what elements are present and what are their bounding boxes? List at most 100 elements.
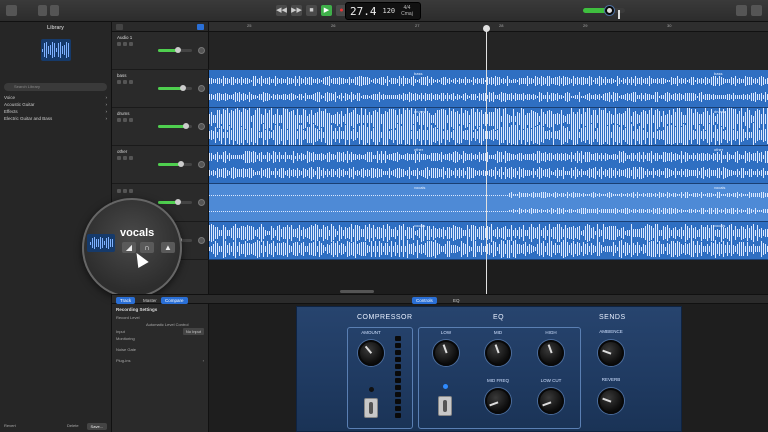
- record-enable-icon[interactable]: [129, 156, 133, 160]
- audio-region[interactable]: drumsdrums: [209, 108, 768, 146]
- track-buttons: [117, 156, 204, 160]
- loop-browser-icon[interactable]: [751, 5, 762, 16]
- pan-knob[interactable]: [198, 161, 205, 168]
- headphones-icon[interactable]: [123, 189, 127, 193]
- record-enable-icon[interactable]: [129, 42, 133, 46]
- chevron-right-icon: ›: [202, 358, 204, 363]
- lcd-display[interactable]: 27.4 120 4/4 Cmaj: [345, 2, 421, 20]
- track-volume-knob[interactable]: [174, 199, 181, 205]
- library-item[interactable]: Electric Guitar and Bass ›: [4, 115, 107, 122]
- mute-icon[interactable]: ◢: [122, 242, 136, 253]
- track-volume-slider[interactable]: [158, 47, 192, 53]
- track-volume-slider[interactable]: [158, 161, 192, 167]
- tab-track[interactable]: Track: [116, 297, 136, 304]
- low-cut-knob[interactable]: [538, 388, 564, 414]
- audio-region[interactable]: vocals vocals: [209, 184, 768, 222]
- track-header[interactable]: other: [112, 146, 209, 184]
- add-track-icon[interactable]: [116, 24, 123, 30]
- tab-controls[interactable]: Controls: [412, 297, 437, 304]
- headphones-icon[interactable]: [123, 42, 127, 46]
- pan-knob[interactable]: [198, 47, 205, 54]
- library-item[interactable]: Voice ›: [4, 94, 107, 101]
- tab-compare[interactable]: Compare: [161, 297, 188, 304]
- eq-toggle[interactable]: [438, 396, 452, 416]
- headphones-icon[interactable]: [123, 80, 127, 84]
- input-monitor-icon[interactable]: ▲: [161, 242, 175, 253]
- mid-knob[interactable]: [485, 340, 511, 366]
- mute-icon[interactable]: [117, 80, 121, 84]
- headphones-icon[interactable]: [123, 156, 127, 160]
- mute-icon[interactable]: [117, 118, 121, 122]
- headphones-icon[interactable]: [123, 118, 127, 122]
- mute-icon[interactable]: [117, 189, 121, 193]
- plugins-row[interactable]: Plug-ins ›: [116, 357, 204, 364]
- auto-level-row[interactable]: Automatic Level Control: [116, 321, 204, 328]
- audio-region[interactable]: bass bass: [209, 70, 768, 108]
- empty-track-lane[interactable]: [209, 32, 768, 70]
- reverb-knob[interactable]: [598, 388, 624, 414]
- track-volume-knob[interactable]: [180, 85, 187, 91]
- input-row[interactable]: Input No Input: [116, 328, 204, 335]
- amount-knob[interactable]: [358, 340, 384, 366]
- stop-icon[interactable]: ■: [306, 5, 317, 16]
- track-volume-slider[interactable]: [158, 123, 192, 129]
- notepad-icon[interactable]: [736, 5, 747, 16]
- save-button[interactable]: Save...: [86, 423, 107, 430]
- monitoring-row[interactable]: Monitoring: [116, 335, 204, 342]
- track-header[interactable]: bass: [112, 70, 209, 108]
- track-volume-slider[interactable]: [158, 199, 192, 205]
- compressor-toggle[interactable]: [364, 398, 378, 418]
- master-volume-slider[interactable]: [583, 6, 625, 19]
- track-volume-knob[interactable]: [183, 123, 190, 129]
- revert-button[interactable]: Revert: [4, 423, 16, 430]
- forward-icon[interactable]: ▶▶: [291, 5, 302, 16]
- waveform: [209, 76, 768, 86]
- play-icon[interactable]: ▶: [321, 5, 332, 16]
- rewind-icon[interactable]: ◀◀: [276, 5, 287, 16]
- ambience-knob[interactable]: [598, 340, 624, 366]
- pan-knob[interactable]: [198, 199, 205, 206]
- ambience-label: AMBIENCE: [599, 329, 623, 334]
- master-volume-knob[interactable]: [605, 6, 620, 19]
- playhead[interactable]: [483, 25, 490, 294]
- library-search-input[interactable]: Search Library: [4, 83, 107, 91]
- pan-knob[interactable]: [198, 85, 205, 92]
- ruler-mark: 30: [667, 23, 672, 28]
- track-volume-slider[interactable]: [158, 85, 192, 91]
- library-item[interactable]: Acoustic Guitar ›: [4, 101, 107, 108]
- horizontal-scrollbar[interactable]: [340, 290, 374, 293]
- record-enable-icon[interactable]: [129, 189, 133, 193]
- pan-knob[interactable]: [198, 123, 205, 130]
- tab-master[interactable]: Master: [139, 297, 161, 304]
- input-select[interactable]: No Input: [182, 328, 204, 335]
- noise-gate-row[interactable]: Noise Gate: [116, 346, 204, 353]
- track-volume-knob[interactable]: [177, 161, 184, 167]
- track-volume-knob[interactable]: [174, 47, 181, 53]
- low-knob[interactable]: [433, 340, 459, 366]
- compressor-section: AMOUNT: [347, 327, 413, 429]
- delete-button[interactable]: Delete: [67, 423, 79, 430]
- audio-region[interactable]: vocals vocals: [209, 222, 768, 260]
- audio-region[interactable]: other other: [209, 146, 768, 184]
- mute-icon[interactable]: [117, 156, 121, 160]
- mid-freq-label: MID FREQ: [487, 378, 509, 383]
- smart-tempo-icon[interactable]: [197, 24, 204, 30]
- help-icon[interactable]: [38, 5, 47, 16]
- track-header[interactable]: drums: [112, 108, 209, 146]
- library-icon[interactable]: [6, 5, 17, 16]
- reverb-label: REVERB: [601, 377, 621, 382]
- record-enable-icon[interactable]: [129, 118, 133, 122]
- mid-freq-knob[interactable]: [485, 388, 511, 414]
- record-enable-icon[interactable]: [129, 80, 133, 84]
- mute-icon[interactable]: [117, 42, 121, 46]
- smart-controls-icon[interactable]: [50, 5, 59, 16]
- high-knob[interactable]: [538, 340, 564, 366]
- eq-led: [443, 384, 448, 389]
- view-buttons: [736, 5, 762, 16]
- pan-knob[interactable]: [198, 237, 205, 244]
- tracks-area[interactable]: 25 26 27 28 29 30 bassbassdrumsdrumsotherothe…: [209, 22, 768, 294]
- record-level-row[interactable]: Record Level: [116, 314, 204, 321]
- track-header[interactable]: Audio 1: [112, 32, 209, 70]
- library-item[interactable]: Effects ›: [4, 108, 107, 115]
- tab-eq[interactable]: EQ: [449, 297, 464, 304]
